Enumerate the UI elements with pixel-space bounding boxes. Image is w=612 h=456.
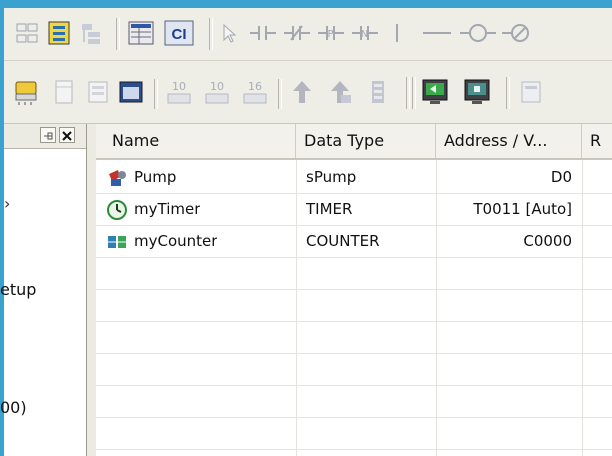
pin-button[interactable] <box>40 127 56 143</box>
ci-icon[interactable]: CI <box>162 18 196 48</box>
toolbar-separator <box>154 79 158 109</box>
table-row[interactable] <box>96 386 612 418</box>
svg-text:16: 16 <box>248 80 262 93</box>
pane-header <box>4 124 86 149</box>
coil-neg-icon[interactable] <box>500 20 540 46</box>
close-icon <box>62 131 72 141</box>
page-icon[interactable] <box>50 77 78 107</box>
tree-icon[interactable] <box>78 20 106 46</box>
transfer-icon[interactable] <box>12 77 42 107</box>
row-type: COUNTER <box>306 232 380 250</box>
offline-icon[interactable] <box>460 75 496 109</box>
variable-table: Name Data Type Address / V... R Pump sPu… <box>96 124 612 456</box>
branch-icon[interactable] <box>388 20 406 46</box>
symbol-table-icon[interactable] <box>126 18 156 48</box>
svg-text:10: 10 <box>210 80 224 93</box>
toolbar-separator <box>406 77 410 109</box>
application-window: CI P N 10 10 16 › etup 00) Name Data Typ… <box>0 8 612 456</box>
tree-expander-icon[interactable]: › <box>4 194 10 213</box>
contact-no-icon[interactable] <box>248 20 278 46</box>
block-icon[interactable] <box>44 18 74 48</box>
toolbar-separator <box>116 18 120 50</box>
row-address: C0000 <box>523 232 572 250</box>
svg-text:P: P <box>327 29 333 40</box>
pump-icon <box>109 170 126 186</box>
contact-neg-icon[interactable]: N <box>350 20 380 46</box>
table-row[interactable] <box>96 290 612 322</box>
toolbar-separator <box>412 77 416 109</box>
row-name: myTimer <box>134 200 201 218</box>
select-icon[interactable] <box>216 20 242 46</box>
svg-text:10: 10 <box>172 80 186 93</box>
tree-item[interactable]: 00) <box>0 398 27 417</box>
table-row[interactable]: Pump sPump D0 <box>96 162 612 194</box>
extra-icon[interactable] <box>516 77 546 107</box>
counter-10b-icon[interactable]: 10 <box>200 75 234 109</box>
download-icon[interactable] <box>324 77 356 107</box>
online-icon[interactable] <box>418 75 454 109</box>
table-row[interactable] <box>96 418 612 450</box>
ci-label: CI <box>172 26 187 43</box>
table-row[interactable]: myCounter COUNTER C0000 <box>96 226 612 258</box>
counter-icon <box>108 236 126 248</box>
table-header: Name Data Type Address / V... R <box>96 124 612 160</box>
pin-icon <box>44 132 53 140</box>
table-row[interactable] <box>96 258 612 290</box>
toolbar-separator <box>506 77 510 109</box>
row-address: T0011 [Auto] <box>473 200 572 218</box>
network-icon[interactable] <box>14 20 40 46</box>
column-header-name[interactable]: Name <box>96 124 296 158</box>
svg-text:N: N <box>361 29 368 40</box>
compile-icon[interactable] <box>362 77 394 107</box>
row-type: sPump <box>306 168 357 186</box>
upload-icon[interactable] <box>286 77 318 107</box>
monitor-icon[interactable] <box>116 77 146 107</box>
counter-16-icon[interactable]: 16 <box>238 75 272 109</box>
contact-nc-icon[interactable] <box>282 20 312 46</box>
toolbar-bottom: 10 10 16 <box>4 61 612 124</box>
table-row[interactable]: myTimer TIMER T0011 [Auto] <box>96 194 612 226</box>
column-header-r[interactable]: R <box>582 124 612 158</box>
table-row[interactable] <box>96 322 612 354</box>
toolbar-separator <box>209 18 213 50</box>
project-tree-pane: › etup 00) <box>0 124 87 456</box>
timer-icon <box>107 200 127 220</box>
toolbar-separator <box>278 79 282 109</box>
close-pane-button[interactable] <box>59 127 75 143</box>
row-type: TIMER <box>306 200 353 218</box>
coil-icon[interactable] <box>458 20 498 46</box>
row-name: myCounter <box>134 232 218 250</box>
counter-10-icon[interactable]: 10 <box>162 75 196 109</box>
table-row[interactable] <box>96 354 612 386</box>
row-address: D0 <box>550 168 572 186</box>
toolbar-top: CI P N <box>4 8 612 61</box>
line-icon[interactable] <box>420 20 454 46</box>
column-header-address[interactable]: Address / V... <box>436 124 582 158</box>
tree-item[interactable]: etup <box>0 280 36 299</box>
contact-pos-icon[interactable]: P <box>316 20 346 46</box>
page-blank-icon[interactable] <box>84 77 112 107</box>
column-header-data-type[interactable]: Data Type <box>296 124 436 158</box>
row-name: Pump <box>134 168 177 186</box>
